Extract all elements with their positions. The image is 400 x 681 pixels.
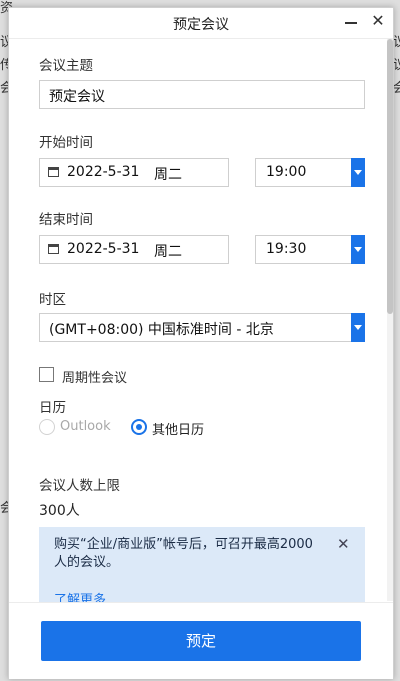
start-time-select[interactable]: 19:00: [255, 158, 365, 187]
radio-dot: [136, 424, 142, 430]
close-icon: ✕: [371, 11, 385, 30]
timezone-label: 时区: [39, 292, 66, 308]
outlook-radio[interactable]: [39, 419, 55, 435]
calendar-label: 日历: [39, 400, 66, 416]
end-date-value: 2022-5-31: [67, 241, 140, 257]
scrollbar[interactable]: [387, 39, 393, 601]
end-date-picker[interactable]: 2022-5-31 周二: [39, 235, 229, 264]
chevron-down-icon[interactable]: [351, 313, 365, 342]
start-date-picker[interactable]: 2022-5-31 周二: [39, 158, 229, 187]
topic-value: 预定会议: [49, 89, 105, 105]
recurring-checkbox[interactable]: [39, 367, 54, 382]
background-text: 会: [393, 81, 400, 96]
chevron-down-icon[interactable]: [351, 235, 365, 264]
start-weekday: 周二: [154, 167, 182, 183]
schedule-meeting-dialog: 预定会议 ✕ 会议主题 预定会议 开始时间 2022-5-31 周二 19:00…: [8, 7, 394, 679]
timezone-value: (GMT+08:00) 中国标准时间 - 北京: [49, 322, 274, 338]
start-date-value: 2022-5-31: [67, 164, 140, 180]
chevron-down-icon[interactable]: [351, 158, 365, 187]
timezone-select[interactable]: (GMT+08:00) 中国标准时间 - 北京: [39, 313, 365, 342]
outlook-label: Outlook: [60, 419, 111, 434]
dialog-footer: 预定: [9, 602, 393, 679]
calendar-icon: [48, 167, 59, 177]
topic-input[interactable]: 预定会议: [39, 80, 365, 109]
calendar-icon: [48, 244, 59, 254]
schedule-button[interactable]: 预定: [41, 621, 361, 661]
capacity-label: 会议人数上限: [39, 478, 120, 494]
other-calendar-radio[interactable]: [131, 419, 147, 435]
title-bar: 预定会议 ✕: [9, 8, 393, 39]
upgrade-notice: 购买“企业/商业版”帐号后，可召开最高2000人的会议。 ✕ 了解更多: [39, 527, 365, 608]
notice-close-icon[interactable]: ✕: [337, 535, 350, 553]
background-text: 议: [393, 35, 400, 50]
notice-text: 购买“企业/商业版”帐号后，可召开最高2000人的会议。: [54, 537, 313, 570]
dialog-title: 预定会议: [173, 17, 229, 33]
scrollbar-thumb[interactable]: [387, 39, 393, 314]
end-weekday: 周二: [154, 244, 182, 260]
end-time-select[interactable]: 19:30: [255, 235, 365, 264]
recurring-label: 周期性会议: [62, 371, 128, 386]
minimize-button[interactable]: [342, 13, 360, 31]
start-time-label: 开始时间: [39, 135, 93, 151]
other-calendar-label: 其他日历: [152, 423, 205, 438]
start-time-value: 19:00: [266, 164, 307, 180]
close-button[interactable]: ✕: [369, 11, 387, 31]
background-text: 议: [393, 58, 400, 73]
end-time-label: 结束时间: [39, 212, 93, 228]
end-time-value: 19:30: [266, 241, 307, 257]
topic-label: 会议主题: [39, 58, 93, 74]
capacity-value: 300人: [39, 503, 80, 519]
